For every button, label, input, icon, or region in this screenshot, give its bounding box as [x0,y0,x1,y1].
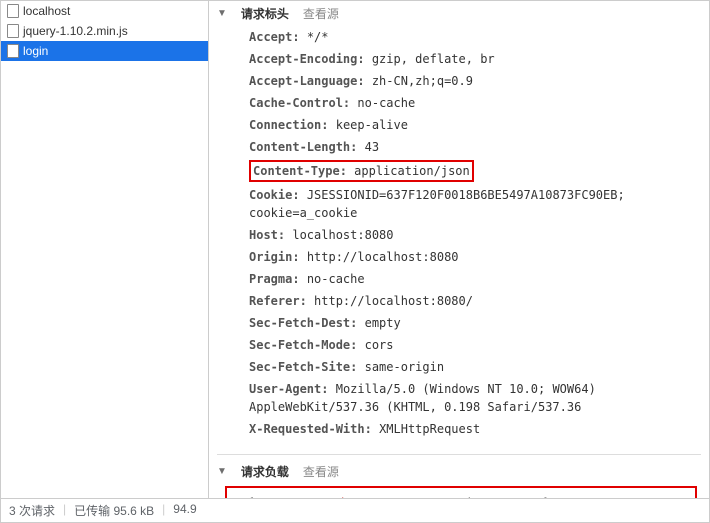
header-connection: Connection: keep-alive [249,114,691,136]
details-panel: ▼ 请求标头 查看源 Accept: */* Accept-Encoding: … [209,1,709,498]
header-cache-control: Cache-Control: no-cache [249,92,691,114]
request-list: localhost jquery-1.10.2.min.js login [1,1,209,498]
status-resources: 94.9 [173,502,196,519]
section-title: 请求标头 [241,5,289,22]
divider: | [57,502,72,519]
header-sec-fetch-mode: Sec-Fetch-Mode: cors [249,334,691,356]
section-title: 请求负载 [241,463,289,480]
header-user-agent: User-Agent: Mozilla/5.0 (Windows NT 10.0… [249,378,691,418]
header-content-type: Content-Type: application/json [249,158,691,184]
header-x-requested-with: X-Requested-With: XMLHttpRequest [249,418,691,440]
divider: | [156,502,171,519]
sidebar-item-localhost[interactable]: localhost [1,1,208,21]
view-source-link[interactable]: 查看源 [303,5,339,22]
sidebar-item-label: login [23,43,48,59]
headers-list: Accept: */* Accept-Encoding: gzip, defla… [217,24,701,450]
status-transferred: 已传输 95.6 kB [74,502,154,519]
request-payload-section: ▼ 请求负载 查看源 ▼{username: "zhangsan", passw… [217,454,701,498]
header-accept-language: Accept-Language: zh-CN,zh;q=0.9 [249,70,691,92]
collapse-icon[interactable]: ▼ [217,466,227,477]
header-origin: Origin: http://localhost:8080 [249,246,691,268]
sidebar-item-login[interactable]: login [1,41,208,61]
header-content-length: Content-Length: 43 [249,136,691,158]
statusbar: 3 次请求 | 已传输 95.6 kB | 94.9 [1,498,709,522]
file-icon [7,24,19,38]
header-sec-fetch-site: Sec-Fetch-Site: same-origin [249,356,691,378]
file-icon [7,4,19,18]
request-headers-section-header: ▼ 请求标头 查看源 [217,1,701,24]
header-cookie: Cookie: JSESSIONID=637F120F0018B6BE5497A… [249,184,691,224]
sidebar-item-label: localhost [23,3,70,19]
view-source-link[interactable]: 查看源 [303,463,339,480]
header-accept: Accept: */* [249,26,691,48]
sidebar-item-label: jquery-1.10.2.min.js [23,23,128,39]
payload-highlight-box: ▼{username: "zhangsan", password: "12345… [225,486,697,498]
header-referer: Referer: http://localhost:8080/ [249,290,691,312]
header-pragma: Pragma: no-cache [249,268,691,290]
header-sec-fetch-dest: Sec-Fetch-Dest: empty [249,312,691,334]
highlight-box: Content-Type: application/json [249,160,474,182]
request-payload-section-header: ▼ 请求负载 查看源 [217,459,701,482]
header-host: Host: localhost:8080 [249,224,691,246]
status-requests: 3 次请求 [9,502,55,519]
file-icon [7,44,19,58]
collapse-icon[interactable]: ▼ [217,8,227,19]
header-accept-encoding: Accept-Encoding: gzip, deflate, br [249,48,691,70]
sidebar-item-jquery[interactable]: jquery-1.10.2.min.js [1,21,208,41]
